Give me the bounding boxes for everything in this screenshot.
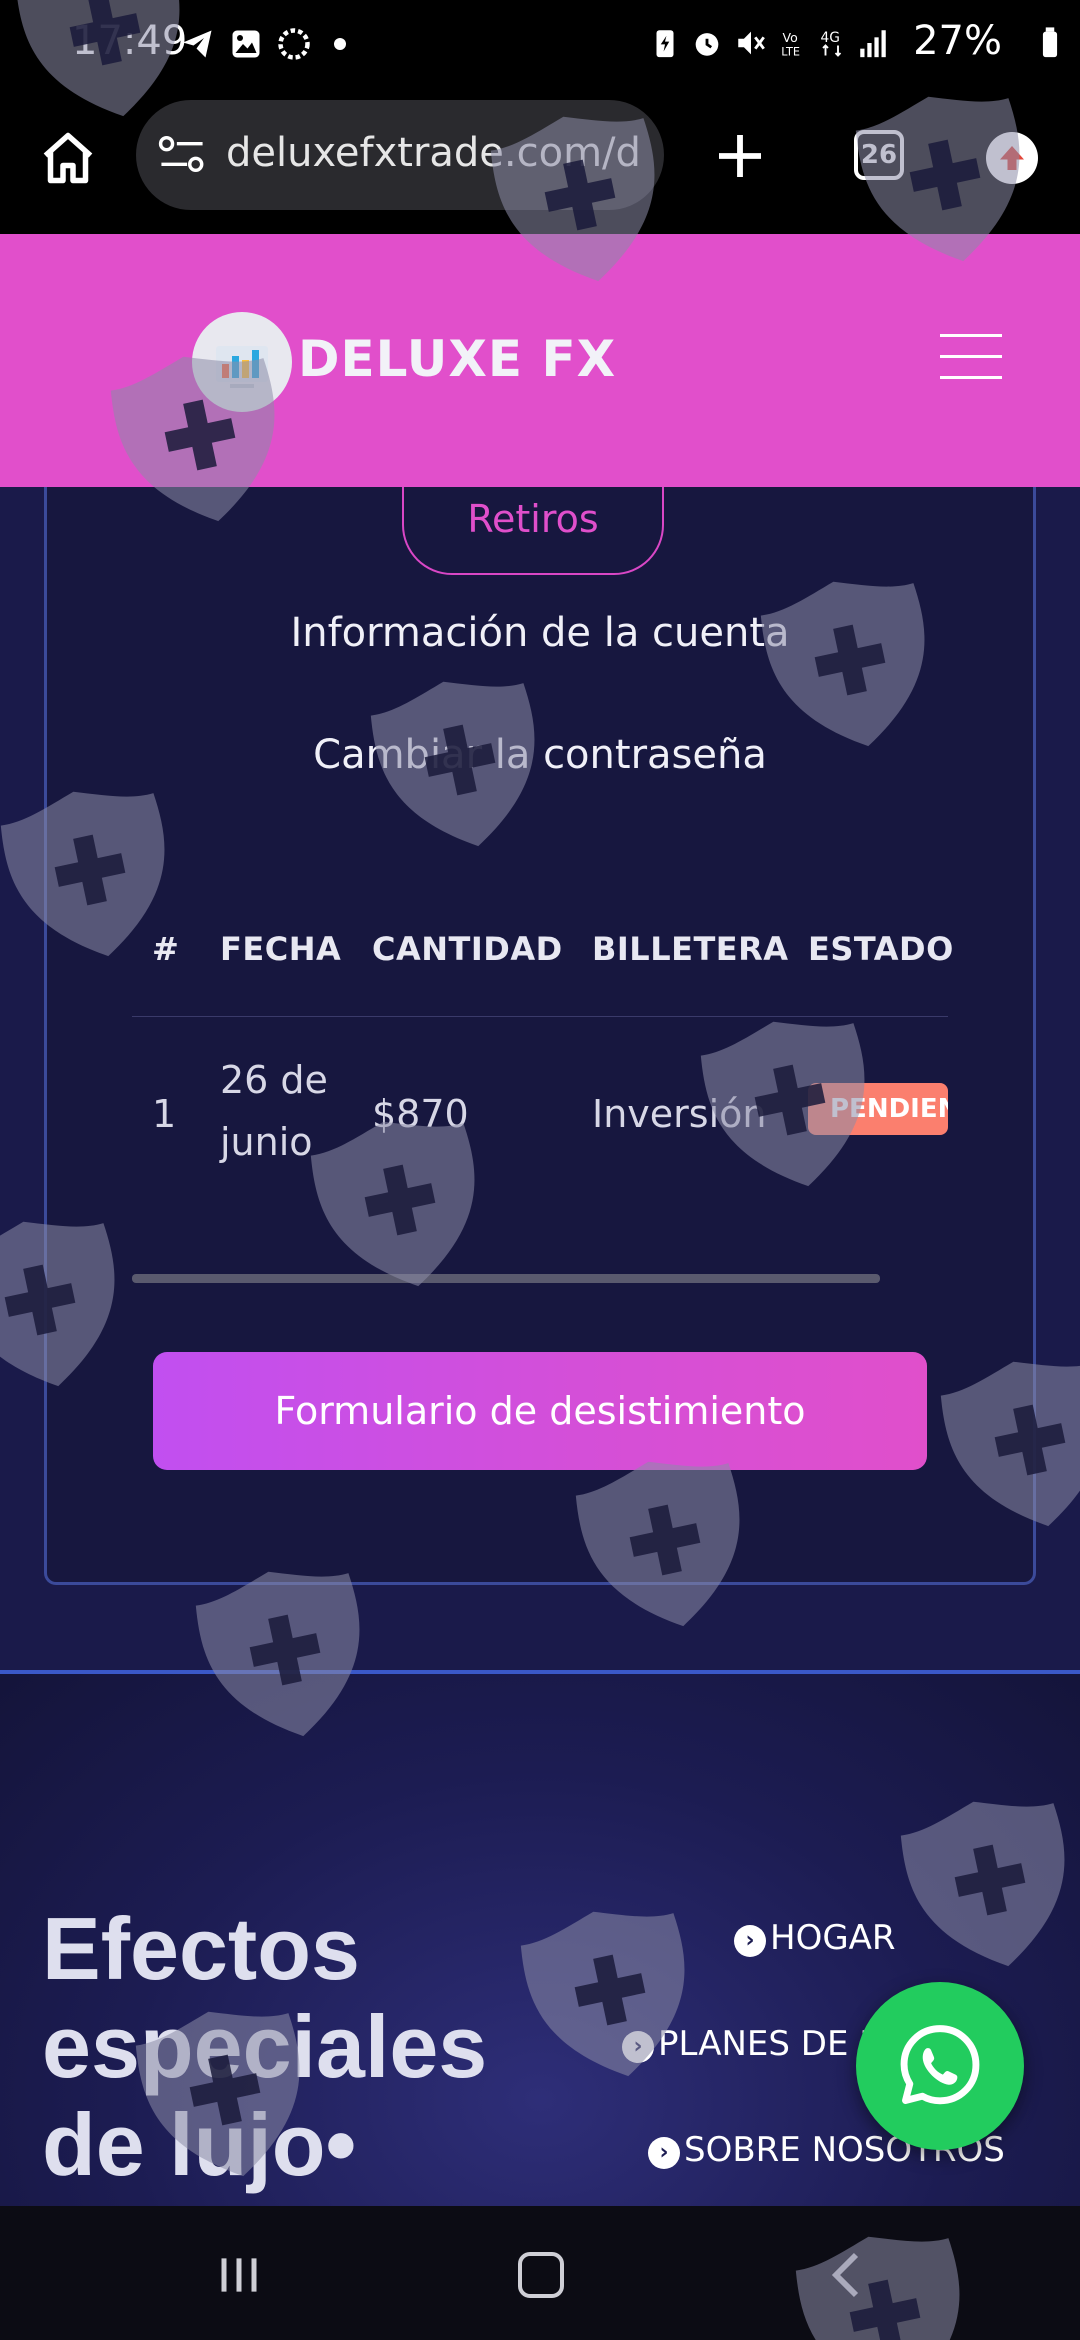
row-amount: $870 <box>372 1092 469 1136</box>
column-header-wallet: BILLETERA <box>592 930 789 968</box>
home-icon[interactable] <box>38 128 98 188</box>
upload-arrow-icon <box>1000 146 1024 170</box>
status-badge: PENDIENTE <box>808 1083 948 1135</box>
table-horizontal-scrollbar[interactable] <box>132 1274 880 1283</box>
chevron-right-icon: › <box>648 2137 680 2169</box>
row-date-line2: junio <box>220 1120 313 1164</box>
tab-switcher-button[interactable]: 26 <box>854 130 904 180</box>
whatsapp-icon <box>900 2025 980 2105</box>
logo-text[interactable]: DELUXE FX <box>298 330 616 388</box>
column-header-status: ESTADO <box>808 930 954 968</box>
system-nav-bar <box>0 2206 1080 2340</box>
withdrawal-form-button[interactable]: Formulario de desistimiento <box>153 1352 927 1470</box>
back-icon[interactable] <box>828 2250 864 2300</box>
svg-text:4G: 4G <box>821 30 840 46</box>
recents-icon[interactable] <box>214 2254 264 2296</box>
url-text[interactable]: deluxefxtrade.com/d <box>226 130 646 186</box>
profile-avatar[interactable] <box>986 132 1038 184</box>
footer-brand-line: Efectos <box>42 1899 360 1998</box>
home-button[interactable] <box>518 2252 564 2298</box>
change-password-link[interactable]: Cambiar la contraseña <box>0 732 1080 778</box>
sync-icon <box>278 28 310 60</box>
row-wallet: Inversión <box>592 1092 767 1136</box>
svg-text:Vo: Vo <box>783 30 798 45</box>
signal-icon <box>860 30 886 58</box>
bar-chart-logo-icon <box>216 346 268 388</box>
logo[interactable] <box>192 312 292 412</box>
site-settings-icon[interactable] <box>158 132 206 176</box>
4g-icon: 4G <box>821 30 842 57</box>
chevron-right-icon: › <box>622 2031 654 2063</box>
footer-link-home[interactable]: › HOGAR <box>734 1918 896 1958</box>
phone-screen: 17:49 Vo LTE 4G 27% deluxefxtrade.com/d 2… <box>0 0 1080 2340</box>
battery-percent: 27% <box>913 18 1002 64</box>
table-divider <box>132 1016 948 1017</box>
telegram-icon <box>183 30 212 58</box>
footer-link-label: HOGAR <box>770 1918 896 1958</box>
footer-brand-line: de lujo• <box>42 2095 357 2194</box>
svg-text:LTE: LTE <box>781 46 800 59</box>
plus-icon[interactable] <box>712 128 768 184</box>
whatsapp-button[interactable] <box>856 1982 1024 2150</box>
status-bar: 17:49 Vo LTE 4G 27% <box>0 0 1080 88</box>
column-header-amount: CANTIDAD <box>372 930 563 968</box>
account-info-link[interactable]: Información de la cuenta <box>0 610 1080 656</box>
browser-toolbar: deluxefxtrade.com/d 26 <box>0 88 1080 234</box>
battery-icon <box>1042 27 1058 58</box>
row-number: 1 <box>152 1092 177 1136</box>
column-header-number: # <box>152 930 180 968</box>
footer-link-plans[interactable]: ›PLANES DE INVERSIÓN <box>622 2024 872 2064</box>
alarm-icon <box>695 33 719 56</box>
mute-icon <box>738 31 765 55</box>
gallery-icon <box>232 30 260 58</box>
status-time: 17:49 <box>72 18 188 64</box>
battery-saver-icon <box>656 30 674 58</box>
tab-withdrawals[interactable]: Retiros <box>402 487 664 575</box>
volte-icon: VoLTE <box>781 30 800 59</box>
chevron-right-icon: › <box>734 1925 766 1957</box>
hamburger-menu-icon[interactable] <box>940 334 1002 386</box>
site-header: DELUXE FX <box>0 234 1080 487</box>
column-header-date: FECHA <box>220 930 342 968</box>
row-date-line1: 26 de <box>220 1058 328 1102</box>
dot-icon <box>334 38 346 50</box>
address-bar[interactable]: deluxefxtrade.com/d <box>136 100 664 210</box>
footer-link-label: PLANES DE INVERSIÓN <box>658 2024 872 2064</box>
withdrawals-table: # FECHA CANTIDAD BILLETERA ESTADO 1 26 d… <box>132 930 953 1180</box>
footer-brand-line: especiales <box>42 1997 488 2096</box>
footer-brand-title: Efectos especiales de lujo• <box>42 1900 642 2194</box>
